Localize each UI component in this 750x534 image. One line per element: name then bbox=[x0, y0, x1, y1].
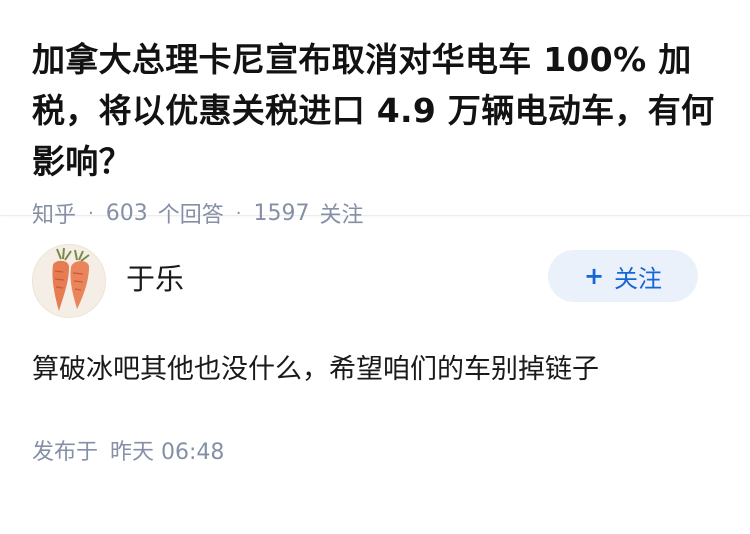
question-title[interactable]: 加拿大总理卡尼宣布取消对华电车 100% 加税，将以优惠关税进口 4.9 万辆电… bbox=[32, 34, 720, 187]
publish-time-value: 昨天 06:48 bbox=[110, 440, 225, 465]
source-label[interactable]: 知乎 bbox=[32, 197, 76, 229]
publish-time: 发布于 昨天 06:48 bbox=[32, 434, 698, 466]
question-header: 加拿大总理卡尼宣布取消对华电车 100% 加税，将以优惠关税进口 4.9 万辆电… bbox=[0, 0, 750, 228]
author-name[interactable]: 于乐 bbox=[126, 256, 184, 298]
answers-label: 个回答 bbox=[157, 203, 224, 228]
followers-label: 关注 bbox=[319, 203, 364, 228]
follow-button[interactable]: + 关注 bbox=[548, 250, 698, 302]
answer-content[interactable]: 算破冰吧其他也没什么，希望咱们的车别掉链子 bbox=[32, 350, 698, 390]
publish-label: 发布于 bbox=[32, 440, 99, 465]
avatar[interactable] bbox=[32, 244, 106, 318]
carrot-avatar-icon bbox=[33, 245, 105, 317]
follow-button-label: 关注 bbox=[614, 264, 663, 293]
separator-dot: · bbox=[88, 202, 94, 224]
plus-icon: + bbox=[583, 262, 605, 290]
separator-dot: · bbox=[235, 202, 242, 224]
answers-count: 603 bbox=[105, 200, 148, 226]
author-row: 于乐 + 关注 bbox=[32, 242, 698, 320]
followers-count: 1597 bbox=[253, 200, 310, 226]
answer-card: 于乐 + 关注 算破冰吧其他也没什么，希望咱们的车别掉链子 发布于 昨天 06:… bbox=[0, 216, 750, 466]
